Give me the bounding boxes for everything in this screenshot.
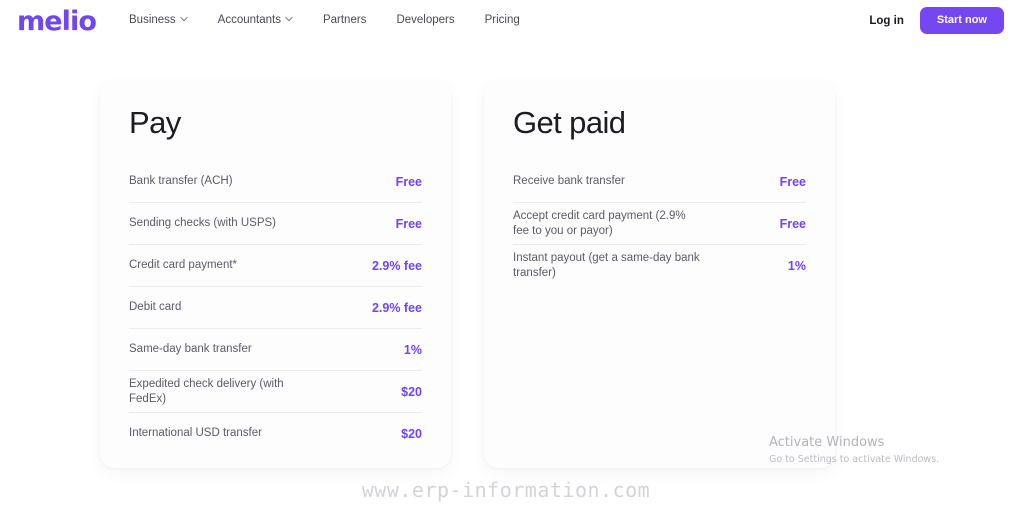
fee-value: $20 <box>401 426 422 441</box>
nav-item-developers[interactable]: Developers <box>396 14 468 26</box>
fee-value: 1% <box>403 342 422 357</box>
fee-label: Bank transfer (ACH) <box>129 175 233 188</box>
logo-text: melio <box>17 6 97 37</box>
nav-item-label: Pricing <box>484 14 520 26</box>
fee-value: 2.9% fee <box>371 300 422 315</box>
fee-value: Free <box>395 216 422 231</box>
chevron-down-icon <box>180 15 188 23</box>
windows-activation-subtitle: Go to Settings to activate Windows. <box>769 454 940 465</box>
fee-row: Receive bank transfer Free <box>513 161 806 203</box>
pricing-card-get-paid: Get paid Receive bank transfer Free Acce… <box>484 81 835 468</box>
fee-row: Sending checks (with USPS) Free <box>129 203 422 245</box>
site-header: melio Business Accountants Partners Deve… <box>0 0 1024 48</box>
fee-label: Expedited check delivery (with FedEx) <box>129 378 284 405</box>
fee-label: International USD transfer <box>129 427 262 440</box>
fee-label: Same-day bank transfer <box>129 343 252 356</box>
pricing-card-pay: Pay Bank transfer (ACH) Free Sending che… <box>100 81 451 468</box>
fee-row: Bank transfer (ACH) Free <box>129 161 422 203</box>
nav-item-business[interactable]: Business <box>129 14 202 26</box>
nav-item-label: Accountants <box>217 14 281 26</box>
fee-row: Instant payout (get a same-day bank tran… <box>513 245 806 287</box>
fee-value: 2.9% fee <box>371 258 422 273</box>
fee-label: Accept credit card payment (2.9% fee to … <box>513 210 686 237</box>
fee-row: Expedited check delivery (with FedEx) $2… <box>129 371 422 413</box>
fee-list: Receive bank transfer Free Accept credit… <box>513 161 806 287</box>
melio-logo[interactable]: melio <box>17 6 97 37</box>
fee-value: $20 <box>401 384 422 399</box>
login-link[interactable]: Log in <box>869 15 904 27</box>
fee-row: Accept credit card payment (2.9% fee to … <box>513 203 806 245</box>
fee-value: 1% <box>787 258 806 273</box>
header-actions: Log in Start now <box>869 7 1004 34</box>
start-now-button[interactable]: Start now <box>919 7 1004 34</box>
card-title: Pay <box>129 105 181 140</box>
nav-item-label: Partners <box>322 14 367 26</box>
fee-label: Sending checks (with USPS) <box>129 217 277 230</box>
fee-label: Credit card payment* <box>129 259 238 272</box>
nav-item-label: Business <box>129 14 176 26</box>
chevron-down-icon <box>285 15 293 23</box>
nav-item-pricing[interactable]: Pricing <box>485 14 534 26</box>
fee-value: Free <box>395 174 422 189</box>
windows-activation-watermark: Activate Windows Go to Settings to activ… <box>769 433 1019 467</box>
fee-label: Receive bank transfer <box>513 175 625 188</box>
windows-activation-title: Activate Windows <box>769 435 885 450</box>
card-title: Get paid <box>513 105 626 140</box>
nav-item-accountants[interactable]: Accountants <box>218 14 307 26</box>
fee-value: Free <box>779 216 806 231</box>
primary-navigation: Business Accountants Partners Developers… <box>129 14 534 26</box>
fee-value: Free <box>779 174 806 189</box>
fee-row: Credit card payment* 2.9% fee <box>129 245 422 287</box>
site-url-watermark: www.erp-information.com <box>361 478 651 502</box>
fee-row: Debit card 2.9% fee <box>129 287 422 329</box>
fee-list: Bank transfer (ACH) Free Sending checks … <box>129 161 422 455</box>
fee-row: Same-day bank transfer 1% <box>129 329 422 371</box>
nav-item-partners[interactable]: Partners <box>323 14 380 26</box>
fee-label: Instant payout (get a same-day bank tran… <box>513 252 700 279</box>
nav-item-label: Developers <box>396 14 455 26</box>
fee-label: Debit card <box>129 301 182 314</box>
pricing-cards-area: Pay Bank transfer (ACH) Free Sending che… <box>0 81 1024 471</box>
fee-row: International USD transfer $20 <box>129 413 422 455</box>
